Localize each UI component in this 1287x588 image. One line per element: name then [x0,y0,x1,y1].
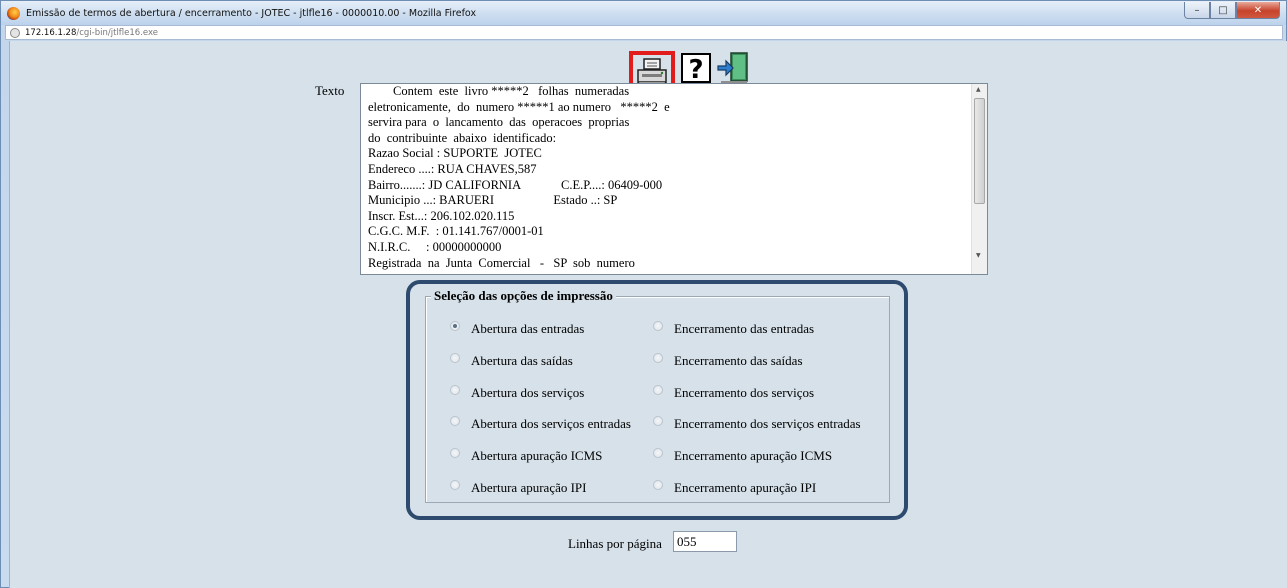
texto-line: Endereco ....: RUA CHAVES,587 [368,161,537,176]
option-right-1[interactable]: Encerramento das saídas [653,353,803,369]
option-label: Abertura das saídas [471,353,573,368]
option-left-3[interactable]: Abertura dos serviços entradas [450,416,631,432]
option-right-0[interactable]: Encerramento das entradas [653,321,814,337]
texto-line: Registrada na Junta Comercial - SP sob n… [368,255,635,270]
radio-button[interactable] [450,448,460,458]
option-left-0[interactable]: Abertura das entradas [450,321,584,337]
radio-button[interactable] [450,353,460,363]
lines-per-page-label: Linhas por página [568,536,662,551]
radio-button[interactable] [653,448,663,458]
texto-line: Contem este livro *****2 folhas numerada… [368,84,630,98]
texto-line: Inscr. Est...: 206.102.020.115 [368,208,515,223]
texto-scrollbar[interactable]: ▲ ▼ [971,84,987,274]
radio-button[interactable] [653,416,663,426]
texto-line: Municipio ...: BARUERI Estado ..: SP [368,193,618,208]
address-bar[interactable]: 172.16.1.28/cgi-bin/jtlfle16.exe [5,25,1283,40]
texto-line: C.G.C. M.F. : 01.141.767/0001-01 [368,224,544,239]
option-right-2[interactable]: Encerramento dos serviços [653,385,814,401]
help-button[interactable]: ? [679,51,713,85]
browser-window: Emissão de termos de abertura / encerram… [0,0,1287,588]
option-label: Encerramento apuração IPI [674,480,817,495]
option-label: Encerramento apuração ICMS [674,448,833,463]
window-title: Emissão de termos de abertura / encerram… [26,7,477,19]
option-right-5[interactable]: Encerramento apuração IPI [653,480,816,496]
help-icon: ? [681,53,711,84]
option-label: Abertura apuração ICMS [471,448,603,463]
lines-per-page-input[interactable] [673,531,737,552]
texto-textarea[interactable]: Contem este livro *****2 folhas numerada… [360,83,988,275]
minimize-button[interactable]: – [1184,2,1210,19]
option-label: Encerramento das entradas [674,321,815,336]
option-label: Encerramento dos serviços [674,385,815,400]
url-host: 172.16.1.28 [25,27,77,38]
maximize-button[interactable]: □ [1210,2,1236,19]
option-label: Encerramento dos serviços entradas [674,416,861,431]
option-left-1[interactable]: Abertura das saídas [450,353,573,369]
firefox-icon [7,6,20,20]
texto-line: Razao Social : SUPORTE JOTEC [368,146,542,161]
radio-button[interactable] [653,353,663,363]
options-legend: Seleção das opções de impressão [431,288,616,304]
radio-button[interactable] [653,480,663,490]
globe-icon [10,27,20,38]
exit-icon [717,52,748,84]
scroll-thumb[interactable] [974,98,985,204]
exit-button[interactable] [717,51,751,85]
texto-line: N.I.R.C. : 00000000000 [368,239,502,254]
option-label: Abertura dos serviços [471,385,585,400]
scroll-down-icon[interactable]: ▼ [976,252,981,259]
texto-line: servira para o lancamento das operacoes … [368,115,630,130]
radio-button[interactable] [450,416,460,426]
radio-button[interactable] [450,385,460,395]
title-bar: Emissão de termos de abertura / encerram… [1,1,1286,25]
option-left-4[interactable]: Abertura apuração ICMS [450,448,602,464]
option-label: Encerramento das saídas [674,353,803,368]
option-label: Abertura dos serviços entradas [471,416,631,431]
option-label: Abertura apuração IPI [471,480,587,495]
radio-button[interactable] [653,321,663,331]
radio-button[interactable] [450,480,460,490]
texto-content: Contem este livro *****2 folhas numerada… [368,84,968,271]
texto-line: do contribuinte abaixo identificado: [368,130,557,145]
url-path: /cgi-bin/jtlfle16.exe [76,27,158,38]
window-controls: – □ ✕ [1184,2,1280,19]
close-button[interactable]: ✕ [1236,2,1280,19]
option-label: Abertura das entradas [471,321,585,336]
option-right-4[interactable]: Encerramento apuração ICMS [653,448,832,464]
option-right-3[interactable]: Encerramento dos serviços entradas [653,416,861,432]
texto-line: Bairro.......: JD CALIFORNIA C.E.P....: … [368,177,663,192]
radio-button[interactable] [653,385,663,395]
texto-line: eletronicamente, do numero *****1 ao num… [368,99,670,114]
texto-label: Texto [315,83,345,98]
svg-text:?: ? [688,55,703,84]
scroll-up-icon[interactable]: ▲ [976,86,981,93]
option-left-2[interactable]: Abertura dos serviços [450,385,584,401]
option-left-5[interactable]: Abertura apuração IPI [450,480,587,496]
radio-button[interactable] [450,321,460,331]
